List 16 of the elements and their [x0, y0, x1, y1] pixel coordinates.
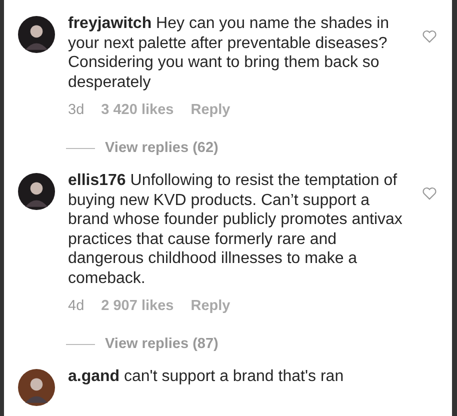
heart-icon[interactable] — [422, 30, 437, 43]
view-replies-link[interactable]: View replies (87) — [105, 336, 218, 352]
comment-text: freyjawitch Hey can you name the shades in your next palette after preventable diseases? Considering you want to bring them back so desperately — [68, 14, 390, 92]
comment-text: ellis176 Unfollowing to resist the temptation of buying new KVD products. Can’t support a brand whose founder publicly promotes antivax practices that cause formerly rare and dangerous childhood illnesses to make a comeback. — [68, 171, 404, 288]
comment-time: 4d — [68, 298, 84, 314]
avatar[interactable] — [18, 16, 55, 53]
avatar[interactable] — [18, 173, 55, 210]
avatar[interactable] — [18, 369, 55, 406]
comment-text: a.gand can't support a brand that's ran — [68, 367, 345, 386]
like-count[interactable]: 3 420 likes — [101, 102, 174, 118]
heart-icon[interactable] — [422, 187, 437, 200]
reply-link[interactable]: Reply — [190, 102, 230, 118]
comment-time: 3d — [68, 102, 84, 118]
view-replies-link[interactable]: View replies (62) — [105, 140, 218, 156]
like-count[interactable]: 2 907 likes — [101, 298, 174, 314]
reply-link[interactable]: Reply — [190, 298, 230, 314]
